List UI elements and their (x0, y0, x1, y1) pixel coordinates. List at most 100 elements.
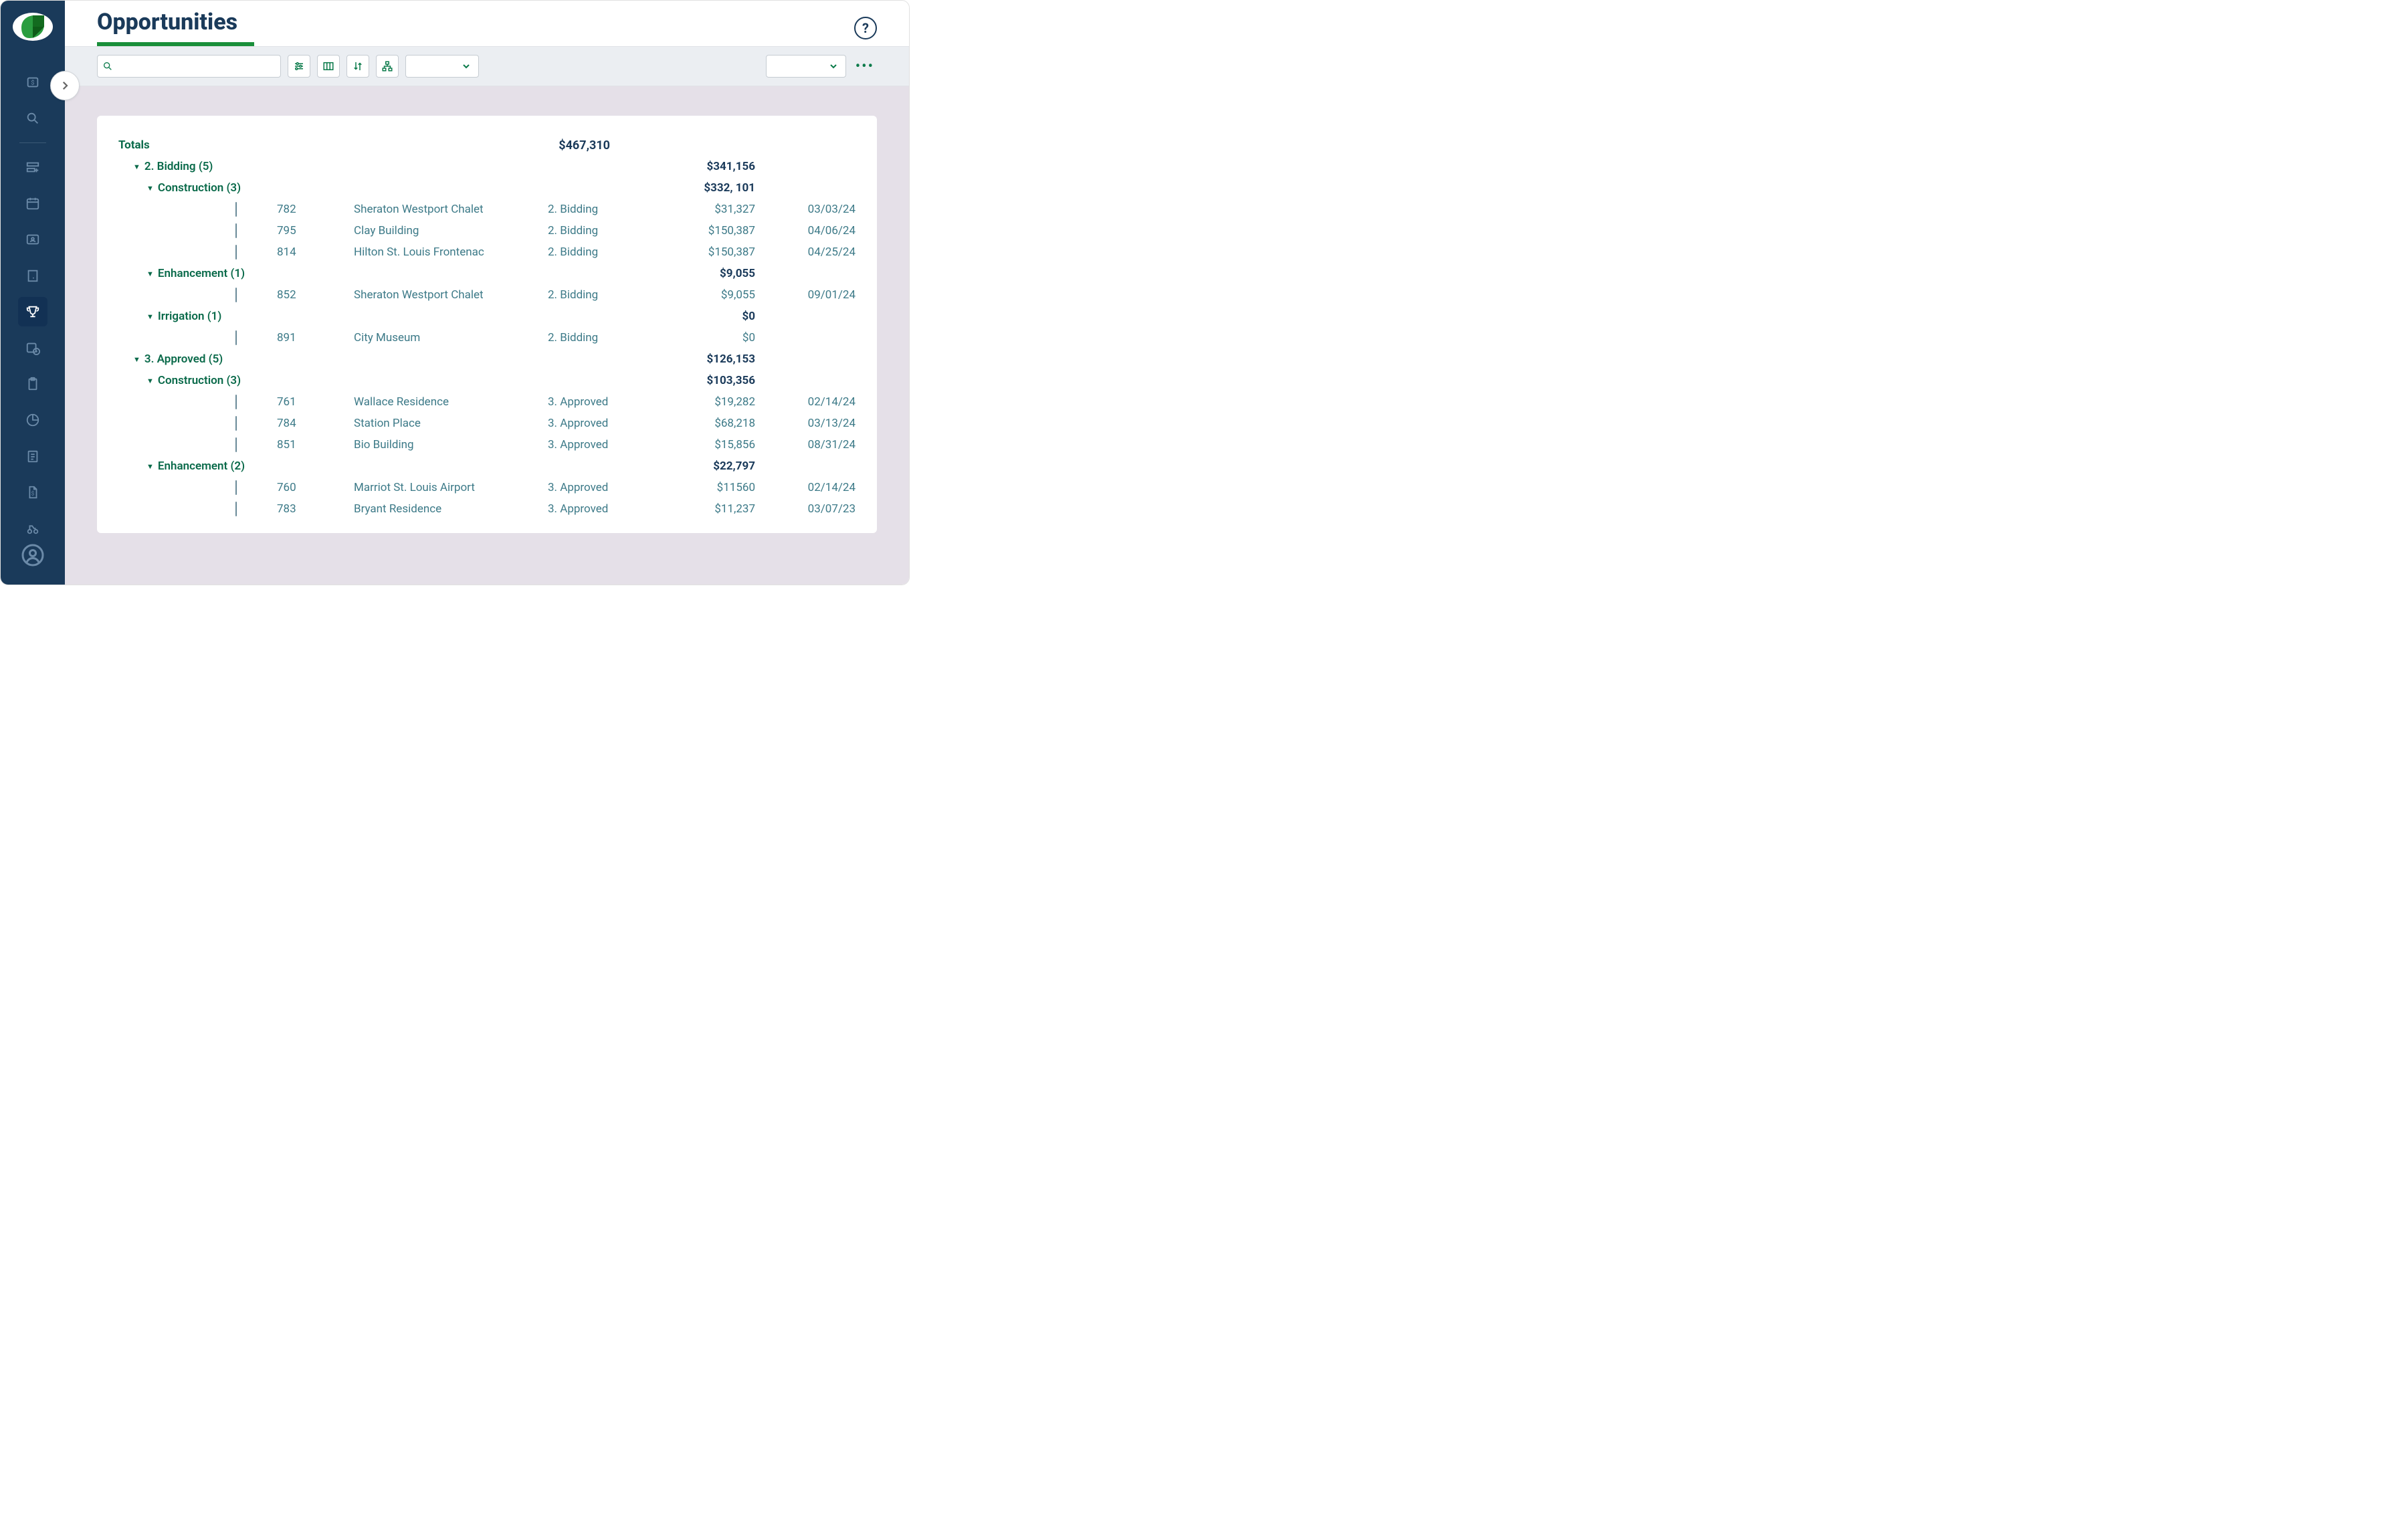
page-title: Opportunities (97, 9, 254, 35)
opportunity-row[interactable]: 783Bryant Residence3. Approved$11,23703/… (118, 498, 856, 520)
row-id: 760 (277, 481, 354, 494)
search-wrap (97, 55, 281, 78)
row-name: Clay Building (354, 224, 548, 237)
svg-text:$: $ (31, 490, 35, 498)
row-stage: 2. Bidding (548, 224, 665, 237)
opportunity-row[interactable]: 761Wallace Residence3. Approved$19,28202… (118, 391, 856, 413)
row-id: 891 (277, 331, 354, 344)
row-id: 851 (277, 438, 354, 451)
nav-layout-icon[interactable] (18, 152, 47, 182)
row-checkbox[interactable] (235, 416, 237, 431)
nav-opportunities-icon[interactable] (18, 297, 47, 326)
row-amount: $19,282 (665, 395, 755, 409)
group-amount: $341,156 (668, 160, 755, 173)
row-name: Marriot St. Louis Airport (354, 481, 548, 494)
group-label: Enhancement (1) (158, 267, 668, 280)
opportunity-row[interactable]: 851Bio Building3. Approved$15,85608/31/2… (118, 434, 856, 455)
opportunity-tree: ▼2. Bidding (5)$341,156▼Construction (3)… (118, 156, 856, 520)
opportunity-row[interactable]: 891City Museum2. Bidding$0 (118, 327, 856, 348)
nav-notes-icon[interactable] (18, 441, 47, 471)
opportunity-row[interactable]: 852Sheraton Westport Chalet2. Bidding$9,… (118, 284, 856, 306)
opportunity-row[interactable]: 795Clay Building2. Bidding$150,38704/06/… (118, 220, 856, 241)
row-name: Bryant Residence (354, 502, 548, 516)
row-date: 03/13/24 (755, 417, 856, 430)
search-input[interactable] (97, 55, 281, 78)
group-label: Irrigation (1) (158, 310, 668, 323)
row-date: 03/07/23 (755, 502, 856, 516)
row-date: 09/01/24 (755, 288, 856, 302)
category-group-row[interactable]: ▼Construction (3)$103,356 (118, 370, 856, 391)
row-checkbox[interactable] (235, 202, 237, 217)
help-button[interactable]: ? (854, 17, 877, 39)
category-group-row[interactable]: ▼Enhancement (1)$9,055 (118, 263, 856, 284)
nav-calendar-icon[interactable] (18, 189, 47, 218)
group-label: 2. Bidding (5) (144, 160, 668, 173)
opportunity-row[interactable]: 760Marriot St. Louis Airport3. Approved$… (118, 477, 856, 498)
row-amount: $150,387 (665, 245, 755, 259)
opportunity-row[interactable]: 784Station Place3. Approved$68,21803/13/… (118, 413, 856, 434)
nav-search-icon[interactable] (18, 104, 47, 133)
opportunity-row[interactable]: 814Hilton St. Louis Frontenac2. Bidding$… (118, 241, 856, 263)
row-checkbox[interactable] (235, 330, 237, 345)
row-stage: 2. Bidding (548, 331, 665, 344)
category-group-row[interactable]: ▼Irrigation (1)$0 (118, 306, 856, 327)
row-date: 02/14/24 (755, 395, 856, 409)
row-date: 03/03/24 (755, 203, 856, 216)
row-checkbox[interactable] (235, 480, 237, 495)
nav-schedule-icon[interactable] (18, 333, 47, 363)
row-id: 784 (277, 417, 354, 430)
row-name: Sheraton Westport Chalet (354, 203, 548, 216)
row-stage: 3. Approved (548, 481, 665, 494)
search-icon (102, 61, 113, 72)
app-logo[interactable] (13, 13, 53, 41)
hierarchy-button[interactable] (376, 55, 399, 78)
nav-divider (19, 142, 46, 143)
filter-button[interactable] (288, 55, 310, 78)
row-checkbox[interactable] (235, 502, 237, 516)
nav-clipboard-icon[interactable] (18, 369, 47, 399)
view-select[interactable] (766, 55, 846, 78)
row-id: 795 (277, 224, 354, 237)
row-amount: $11560 (665, 481, 755, 494)
row-checkbox[interactable] (235, 223, 237, 238)
row-date: 08/31/24 (755, 438, 856, 451)
main-area: Opportunities ? (65, 1, 909, 585)
row-amount: $0 (665, 331, 755, 344)
category-group-row[interactable]: ▼Construction (3)$332, 101 (118, 177, 856, 199)
stage-group-row[interactable]: ▼3. Approved (5)$126,153 (118, 348, 856, 370)
row-stage: 2. Bidding (548, 288, 665, 302)
group-amount: $9,055 (668, 267, 755, 280)
category-group-row[interactable]: ▼Enhancement (2)$22,797 (118, 455, 856, 477)
row-stage: 3. Approved (548, 417, 665, 430)
sidebar: $ (1, 1, 65, 585)
sidebar-user[interactable] (21, 543, 45, 567)
nav-building-icon[interactable] (18, 261, 47, 290)
row-amount: $15,856 (665, 438, 755, 451)
chevron-down-icon (461, 61, 472, 72)
more-actions-button[interactable]: ••• (853, 58, 877, 75)
caret-down-icon: ▼ (146, 184, 154, 193)
row-checkbox[interactable] (235, 288, 237, 302)
row-name: Wallace Residence (354, 395, 548, 409)
sidebar-nav: $ (1, 68, 65, 543)
row-stage: 3. Approved (548, 395, 665, 409)
nav-billing-icon[interactable]: $ (18, 68, 47, 97)
group-label: Enhancement (2) (158, 459, 668, 473)
group-select[interactable] (405, 55, 479, 78)
group-amount: $126,153 (668, 352, 755, 366)
nav-contact-icon[interactable] (18, 225, 47, 254)
sidebar-expand-handle[interactable] (50, 71, 80, 100)
row-name: City Museum (354, 331, 548, 344)
opportunity-row[interactable]: 782Sheraton Westport Chalet2. Bidding$31… (118, 199, 856, 220)
nav-reports-icon[interactable] (18, 405, 47, 435)
columns-button[interactable] (317, 55, 340, 78)
group-amount: $22,797 (668, 459, 755, 473)
group-label: Construction (3) (158, 374, 668, 387)
row-checkbox[interactable] (235, 245, 237, 260)
row-checkbox[interactable] (235, 437, 237, 452)
nav-invoice-icon[interactable]: $ (18, 478, 47, 507)
stage-group-row[interactable]: ▼2. Bidding (5)$341,156 (118, 156, 856, 177)
row-checkbox[interactable] (235, 395, 237, 409)
nav-equipment-icon[interactable] (18, 514, 47, 543)
sort-button[interactable] (346, 55, 369, 78)
